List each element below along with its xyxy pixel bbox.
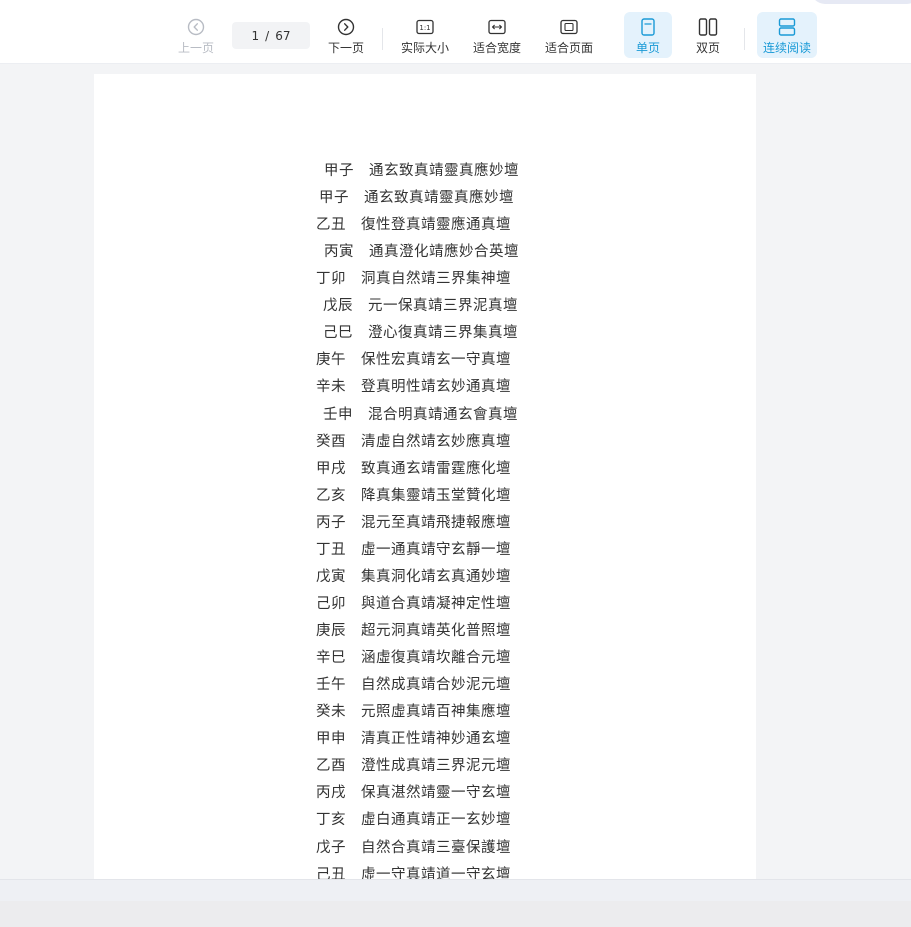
double-page-label: 双页 <box>695 41 720 55</box>
next-page-button[interactable]: 下一页 <box>324 12 368 58</box>
document-line: 己卯 與道合真靖凝神定性壇 <box>316 595 511 612</box>
document-line: 己巳 澄心復真靖三界集真壇 <box>323 325 518 342</box>
document-line: 辛巳 涵虛復真靖坎離合元壇 <box>316 650 511 667</box>
document-page: 甲子 通玄致真靖靈真應妙壇 甲子 通玄致真靖靈真應妙壇 乙丑 復性登真靖靈應通真壇丙… <box>94 74 756 883</box>
document-line: 乙酉 澄性成真靖三界泥元壇 <box>316 758 511 775</box>
page-separator: / <box>265 28 270 43</box>
document-line: 庚辰 超元洞真靖英化普照壇 <box>316 623 511 640</box>
current-page-number[interactable]: 1 <box>252 29 260 43</box>
document-line: 壬申 混合明真靖通玄會真壇 <box>323 406 518 423</box>
chevron-right-circle-icon <box>337 16 355 38</box>
prev-page-button[interactable]: 上一页 <box>174 12 218 58</box>
document-line: 甲子 通玄致真靖靈真應妙壇 <box>324 163 519 179</box>
toolbar-divider <box>382 28 383 50</box>
bottom-panel <box>0 901 911 927</box>
document-line: 丁丑 虛一通真靖守玄靜一壇 <box>316 541 511 558</box>
document-line: 戊辰 元一保真靖三界泥真壇 <box>323 298 518 315</box>
toolbar: 上一页 1 / 67 下一页 1:1 实际大小 适合宽度 适合页面 单页 双页 … <box>0 0 911 64</box>
document-line: 丙戌 保真湛然靖靈一守玄壇 <box>316 785 511 802</box>
document-line: 戊寅 集真洞化靖玄真通妙壇 <box>316 568 511 585</box>
document-line: 丙寅 通真澄化靖應妙合英壇 <box>324 244 519 261</box>
document-line: 丙子 混元至真靖飛捷報應壇 <box>316 514 511 531</box>
actual-size-button[interactable]: 1:1 实际大小 <box>398 12 452 58</box>
document-line: 庚午 保性宏真靖玄一守真壇 <box>316 352 511 369</box>
single-page-icon <box>640 16 656 38</box>
document-line: 甲申 清真正性靖神妙通玄壇 <box>316 731 511 748</box>
document-line: 壬午 自然成真靖合妙泥元壇 <box>316 677 511 694</box>
actual-size-icon-text: 1:1 <box>419 24 430 32</box>
fit-width-button[interactable]: 适合宽度 <box>470 12 524 58</box>
window-corner-decoration <box>811 0 911 4</box>
next-page-label: 下一页 <box>327 41 364 55</box>
fit-page-icon <box>560 16 578 38</box>
document-viewer[interactable]: 甲子 通玄致真靖靈真應妙壇 甲子 通玄致真靖靈真應妙壇 乙丑 復性登真靖靈應通真壇丙… <box>0 64 911 883</box>
document-line: 辛未 登真明性靖玄妙通真壇 <box>316 379 511 396</box>
document-line: 乙亥 降真集靈靖玉堂贊化壇 <box>316 487 511 504</box>
double-page-button[interactable]: 双页 <box>688 12 728 58</box>
actual-size-label: 实际大小 <box>400 41 449 55</box>
prev-page-label: 上一页 <box>177 41 214 55</box>
document-line: 戊子 自然合真靖三臺保護壇 <box>316 839 511 856</box>
fit-page-label: 适合页面 <box>544 41 593 55</box>
continuous-reading-label: 连续阅读 <box>762 41 811 55</box>
toolbar-divider <box>744 28 745 50</box>
single-page-label: 单页 <box>635 41 660 55</box>
document-line: 癸未 元照虛真靖百神集應壇 <box>316 704 511 721</box>
single-page-button[interactable]: 单页 <box>624 12 672 58</box>
horizontal-scrollbar-track[interactable] <box>0 879 911 902</box>
total-pages: 67 <box>275 28 291 43</box>
double-page-icon <box>698 16 718 38</box>
chevron-left-circle-icon <box>187 16 205 38</box>
page-indicator[interactable]: 1 / 67 <box>232 22 310 49</box>
fit-width-icon <box>488 16 506 38</box>
actual-size-icon: 1:1 <box>416 16 434 38</box>
fit-width-label: 适合宽度 <box>472 41 521 55</box>
document-line: 癸酉 清虛自然靖玄妙應真壇 <box>316 433 511 450</box>
document-line: 甲子 通玄致真靖靈真應妙壇 <box>319 190 514 207</box>
document-line: 丁亥 虛白通真靖正一玄妙壇 <box>316 812 511 829</box>
document-line: 甲戌 致真通玄靖雷霆應化壇 <box>316 460 511 477</box>
document-line: 乙丑 復性登真靖靈應通真壇 <box>316 217 511 234</box>
document-line: 丁卯 洞真自然靖三界集神壇 <box>316 271 511 288</box>
continuous-reading-icon <box>778 16 796 38</box>
continuous-reading-button[interactable]: 连续阅读 <box>757 12 817 58</box>
fit-page-button[interactable]: 适合页面 <box>542 12 596 58</box>
